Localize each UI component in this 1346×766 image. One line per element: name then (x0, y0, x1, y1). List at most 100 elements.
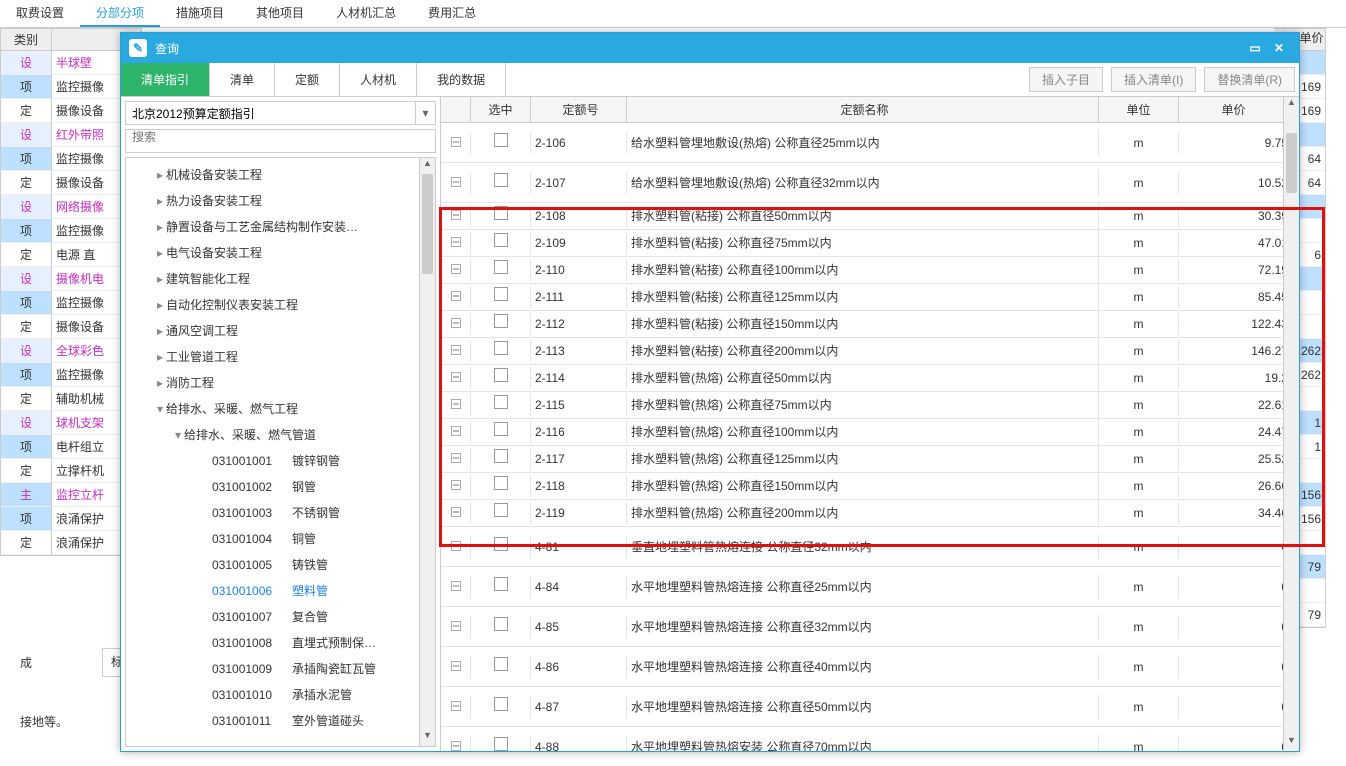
expand-icon[interactable] (451, 177, 461, 187)
tree-item[interactable]: ▸自动化控制仪表安装工程 (126, 292, 435, 318)
grid-row[interactable]: 4-84水平地埋塑料管热熔连接 公称直径25mm以内m0 (441, 567, 1299, 607)
grid-row[interactable]: 2-114排水塑料管(热熔) 公称直径50mm以内m19.2 (441, 365, 1299, 392)
grid-row[interactable]: 4-86水平地埋塑料管热熔连接 公称直径40mm以内m0 (441, 647, 1299, 687)
row-checkbox[interactable] (494, 133, 508, 147)
expand-icon[interactable] (451, 621, 461, 631)
row-checkbox[interactable] (494, 260, 508, 274)
expand-icon[interactable] (451, 701, 461, 711)
tree-item[interactable]: 031001011室外管道碰头 (126, 708, 435, 734)
search-box[interactable] (125, 129, 436, 153)
expand-icon[interactable] (451, 541, 461, 551)
scroll-thumb[interactable] (422, 174, 433, 274)
expand-icon[interactable] (451, 137, 461, 147)
dropdown-caret-icon[interactable]: ▾ (415, 102, 435, 124)
cat-cell[interactable]: 定 (1, 315, 51, 339)
expand-icon[interactable] (451, 291, 461, 301)
expand-icon[interactable] (451, 345, 461, 355)
grid-row[interactable]: 2-117排水塑料管(热熔) 公称直径125mm以内m25.52 (441, 446, 1299, 473)
search-input[interactable] (126, 130, 435, 144)
cat-cell[interactable]: 项 (1, 363, 51, 387)
tree-item[interactable]: ▸机械设备安装工程 (126, 162, 435, 188)
expand-icon[interactable] (451, 264, 461, 274)
row-checkbox[interactable] (494, 341, 508, 355)
norm-dropdown[interactable]: ▾ (125, 101, 436, 125)
grid-row[interactable]: 2-106给水塑料管埋地敷设(热熔) 公称直径25mm以内m9.75 (441, 123, 1299, 163)
tree-item[interactable]: 031001004铜管 (126, 526, 435, 552)
grid-scroll-down-icon[interactable]: ▼ (1284, 735, 1299, 751)
row-checkbox[interactable] (494, 617, 508, 631)
row-checkbox[interactable] (494, 206, 508, 220)
expand-icon[interactable] (451, 237, 461, 247)
cat-cell[interactable]: 定 (1, 531, 51, 555)
grid-row[interactable]: 2-116排水塑料管(热熔) 公称直径100mm以内m24.47 (441, 419, 1299, 446)
main-tab-4[interactable]: 人材机汇总 (320, 0, 412, 27)
cat-cell[interactable]: 定 (1, 99, 51, 123)
tree-item[interactable]: 031001003不锈钢管 (126, 500, 435, 526)
cat-cell[interactable]: 设 (1, 123, 51, 147)
grid-row[interactable]: 2-113排水塑料管(粘接) 公称直径200mm以内m146.27 (441, 338, 1299, 365)
tree-item[interactable]: ▸电气设备安装工程 (126, 240, 435, 266)
row-checkbox[interactable] (494, 657, 508, 671)
tree-item[interactable]: ▾给排水、采暖、燃气工程 (126, 396, 435, 422)
row-checkbox[interactable] (494, 737, 508, 751)
tree-scrollbar[interactable]: ▲ ▼ (419, 158, 435, 746)
cat-cell[interactable]: 定 (1, 387, 51, 411)
tree-item[interactable]: ▸通风空调工程 (126, 318, 435, 344)
cat-cell[interactable]: 定 (1, 171, 51, 195)
grid-scrollbar[interactable]: ▲ ▼ (1283, 97, 1299, 751)
close-button[interactable]: ✕ (1267, 41, 1291, 55)
main-tab-1[interactable]: 分部分项 (80, 0, 160, 27)
expand-icon[interactable] (451, 399, 461, 409)
row-checkbox[interactable] (494, 422, 508, 436)
expand-icon[interactable] (451, 741, 461, 751)
cat-cell[interactable]: 项 (1, 435, 51, 459)
grid-row[interactable]: 2-112排水塑料管(粘接) 公称直径150mm以内m122.43 (441, 311, 1299, 338)
dialog-tab-0[interactable]: 清单指引 (121, 63, 210, 96)
action-button-1[interactable]: 插入清单(I) (1111, 67, 1196, 92)
grid-row[interactable]: 2-119排水塑料管(热熔) 公称直径200mm以内m34.46 (441, 500, 1299, 527)
row-checkbox[interactable] (494, 368, 508, 382)
grid-row[interactable]: 2-109排水塑料管(粘接) 公称直径75mm以内m47.01 (441, 230, 1299, 257)
expand-icon[interactable] (451, 453, 461, 463)
tree-item[interactable]: 031001002钢管 (126, 474, 435, 500)
grid-scroll-up-icon[interactable]: ▲ (1284, 97, 1299, 113)
action-button-2[interactable]: 替换清单(R) (1204, 67, 1295, 92)
category-tree[interactable]: ▸机械设备安装工程▸热力设备安装工程▸静置设备与工艺金属结构制作安装…▸电气设备… (125, 157, 436, 747)
norm-dropdown-input[interactable] (126, 102, 415, 124)
tree-item[interactable]: ▸静置设备与工艺金属结构制作安装… (126, 214, 435, 240)
cat-cell[interactable]: 项 (1, 507, 51, 531)
expand-icon[interactable] (451, 661, 461, 671)
cat-cell[interactable]: 项 (1, 291, 51, 315)
tree-item[interactable]: ▸消防工程 (126, 370, 435, 396)
cat-cell[interactable]: 设 (1, 339, 51, 363)
main-tab-5[interactable]: 费用汇总 (412, 0, 492, 27)
minimize-button[interactable]: ▭ (1243, 41, 1267, 55)
expand-icon[interactable] (451, 480, 461, 490)
expand-icon[interactable] (451, 318, 461, 328)
tree-item[interactable]: 031001009承插陶瓷缸瓦管 (126, 656, 435, 682)
grid-row[interactable]: 2-110排水塑料管(粘接) 公称直径100mm以内m72.19 (441, 257, 1299, 284)
row-checkbox[interactable] (494, 577, 508, 591)
main-tab-2[interactable]: 措施项目 (160, 0, 240, 27)
grid-scroll-thumb[interactable] (1286, 133, 1297, 193)
tree-item[interactable]: ▸热力设备安装工程 (126, 188, 435, 214)
tree-item[interactable]: ▸建筑智能化工程 (126, 266, 435, 292)
dialog-tab-2[interactable]: 定额 (275, 63, 340, 96)
cat-cell[interactable]: 设 (1, 51, 51, 75)
dialog-titlebar[interactable]: ✎ 查询 ▭ ✕ (121, 33, 1299, 63)
action-button-0[interactable]: 插入子目 (1029, 67, 1103, 92)
tree-item[interactable]: 031001007复合管 (126, 604, 435, 630)
cat-cell[interactable]: 项 (1, 75, 51, 99)
expand-icon[interactable] (451, 507, 461, 517)
cat-cell[interactable]: 定 (1, 243, 51, 267)
cat-cell[interactable]: 设 (1, 411, 51, 435)
row-checkbox[interactable] (494, 233, 508, 247)
tree-item[interactable]: 031001001镀锌钢管 (126, 448, 435, 474)
cat-cell[interactable]: 主 (1, 483, 51, 507)
scroll-up-icon[interactable]: ▲ (420, 158, 435, 174)
grid-row[interactable]: 2-118排水塑料管(热熔) 公称直径150mm以内m26.66 (441, 473, 1299, 500)
grid-row[interactable]: 4-85水平地埋塑料管热熔连接 公称直径32mm以内m0 (441, 607, 1299, 647)
cat-cell[interactable]: 设 (1, 195, 51, 219)
tree-item[interactable]: 031001010承插水泥管 (126, 682, 435, 708)
grid-row[interactable]: 2-108排水塑料管(粘接) 公称直径50mm以内m30.39 (441, 203, 1299, 230)
